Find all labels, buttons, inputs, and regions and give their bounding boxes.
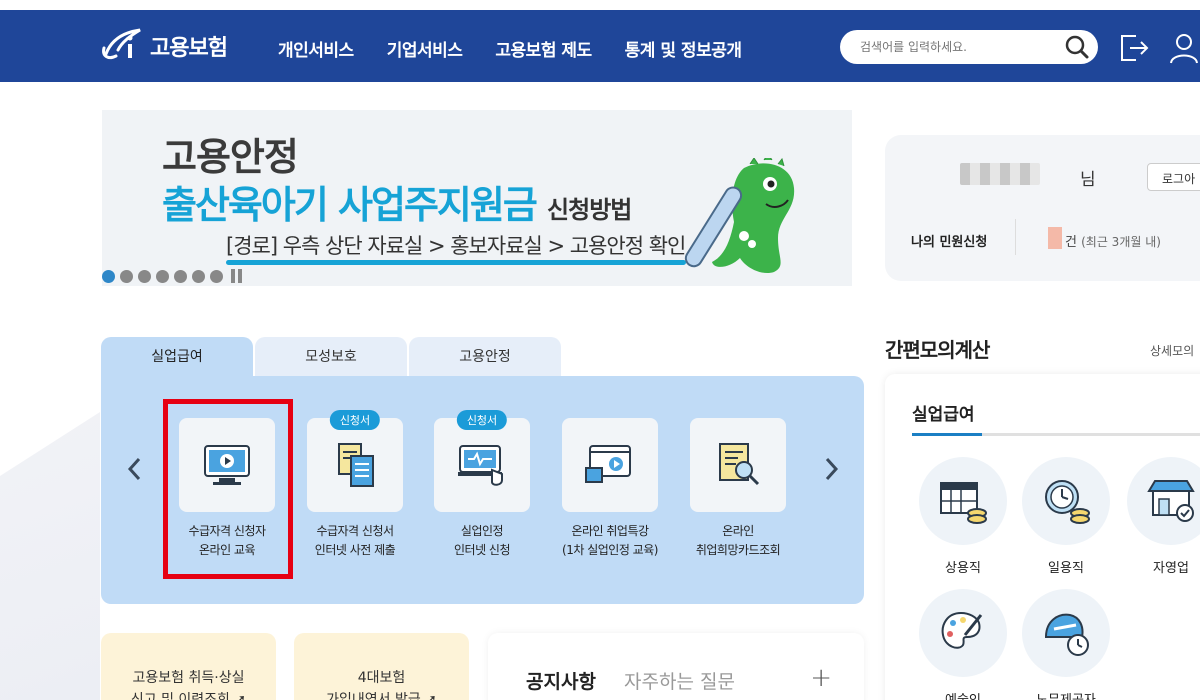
banner-underline	[226, 260, 686, 265]
banner-pagination	[102, 269, 243, 283]
detail-calculator-link[interactable]: 상세모의	[1150, 342, 1194, 359]
tab-faq[interactable]: 자주하는 질문	[624, 667, 735, 694]
helmet-clock-icon	[1044, 613, 1089, 656]
calc-label: 일용직	[1048, 561, 1084, 576]
application-count-redacted	[1048, 227, 1062, 249]
banner-dot[interactable]	[156, 269, 169, 283]
logo[interactable]: 고용보험	[100, 28, 228, 64]
service-label: 실업인정 인터넷 신청	[453, 524, 511, 557]
user-icon[interactable]	[1166, 30, 1200, 66]
logo-icon	[102, 28, 141, 60]
banner-dot[interactable]	[210, 269, 223, 283]
top-header: 고용보험 개인서비스 기업서비스 고용보험 제도 통계 및 정보공개	[0, 10, 1200, 82]
banner-dot[interactable]	[138, 269, 151, 283]
tab-maternity-protection[interactable]: 모성보호	[255, 337, 407, 377]
banner-heading: 고용안정	[162, 135, 299, 179]
tab-unemployment-benefit[interactable]: 실업급여	[101, 337, 253, 377]
nav-insurance-system[interactable]: 고용보험 제도	[495, 36, 592, 61]
application-count[interactable]: 건 (최근 3개월 내)	[1065, 231, 1161, 250]
nav-statistics[interactable]: 통계 및 정보공개	[625, 36, 742, 61]
my-applications-label: 나의 민원신청	[911, 235, 988, 250]
search-icon[interactable]	[1064, 34, 1090, 60]
calc-label: 예술인	[918, 689, 1008, 700]
calc-icon-circle	[1022, 457, 1110, 545]
service-icon-box: 신청서	[434, 410, 530, 512]
calc-label: 노무제공자	[1021, 689, 1111, 700]
service-label: 수급자격 신청서 인터넷 사전 제출	[314, 524, 396, 557]
background-decoration	[0, 412, 100, 700]
tab-employment-stability[interactable]: 고용안정	[409, 337, 561, 377]
user-summary-card: 님 로그아 나의 민원신청 건 (최근 3개월 내)	[885, 135, 1200, 281]
pause-icon[interactable]	[231, 269, 243, 283]
banner-dot[interactable]	[102, 269, 115, 283]
nav-personal-services[interactable]: 개인서비스	[278, 36, 354, 61]
service-icon-box	[562, 418, 658, 512]
calendar-coins-icon	[940, 482, 987, 524]
service-unemployment-recognition[interactable]: 신청서 실업인정 인터넷 신청	[422, 410, 542, 560]
calc-regular-worker[interactable]: 상용직	[918, 457, 1008, 576]
service-icon-box: 신청서	[307, 410, 403, 512]
laptop-touch-icon	[458, 445, 503, 486]
form-badge: 신청서	[329, 410, 381, 430]
divider	[1015, 219, 1016, 255]
banner-title-sub: 신청방법	[547, 196, 632, 224]
calc-labor-provider[interactable]: 노무제공자	[1021, 589, 1111, 700]
logo-text: 고용보험	[150, 36, 228, 61]
calc-daily-worker[interactable]: 일용직	[1021, 457, 1111, 576]
calc-label: 자영업	[1153, 561, 1189, 576]
user-suffix: 님	[1080, 170, 1096, 190]
active-tab-indicator	[912, 433, 982, 436]
banner-dot[interactable]	[120, 269, 133, 283]
calc-icon-circle	[919, 589, 1007, 677]
insurance-report-link[interactable]: 고용보험 취득·상실 신고 및 이력조회 ➚	[101, 633, 276, 700]
service-label: 온라인 취업특강 (1차 실업인정 교육)	[562, 524, 658, 557]
banner-dot[interactable]	[174, 269, 187, 283]
video-window-icon	[585, 445, 631, 483]
service-job-hope-card[interactable]: 온라인 취업희망카드조회	[678, 418, 798, 560]
notice-panel: 공지사항 자주하는 질문 +	[488, 633, 864, 700]
chevron-left-icon[interactable]	[124, 456, 146, 482]
calc-icon-circle	[919, 457, 1007, 545]
calc-artist[interactable]: 예술인	[918, 589, 1008, 700]
calc-self-employed[interactable]: 자영업	[1126, 457, 1200, 576]
store-icon	[1147, 480, 1195, 522]
calculator-subtitle[interactable]: 실업급여	[912, 400, 975, 425]
main-nav: 개인서비스 기업서비스 고용보험 제도 통계 및 정보공개	[278, 36, 775, 61]
calculator-title: 간편모의계산	[885, 338, 990, 362]
document-icon	[338, 443, 374, 487]
document-search-icon	[719, 443, 760, 486]
nav-business-services[interactable]: 기업서비스	[387, 36, 463, 61]
main-banner[interactable]: 고용안정 출산육아기 사업주지원금 신청방법 [경로] 우측 상단 자료실 > …	[102, 110, 852, 286]
banner-title-main: 출산육아기 사업주지원금	[162, 183, 538, 227]
service-online-lecture[interactable]: 온라인 취업특강 (1차 실업인정 교육)	[550, 418, 670, 560]
count-period: (최근 3개월 내)	[1081, 235, 1161, 249]
user-name-redacted	[960, 163, 1040, 185]
calc-icon-circle	[1127, 457, 1200, 545]
form-badge: 신청서	[456, 410, 508, 430]
logout-icon[interactable]	[1116, 30, 1152, 66]
highlight-box	[163, 399, 293, 579]
search-box	[840, 30, 1098, 64]
chevron-right-icon[interactable]	[820, 456, 842, 482]
plus-icon[interactable]: +	[810, 663, 832, 693]
palette-icon	[941, 611, 983, 649]
search-input[interactable]	[860, 37, 1060, 57]
calc-icon-circle	[1022, 589, 1110, 677]
calc-label: 상용직	[945, 561, 981, 576]
clock-coins-icon	[1045, 480, 1090, 524]
service-icon-box	[690, 418, 786, 512]
banner-path-text: [경로] 우측 상단 자료실 > 홍보자료실 > 고용안정 확인	[226, 234, 686, 258]
service-application-submit[interactable]: 신청서 수급자격 신청서 인터넷 사전 제출	[295, 410, 415, 560]
count-unit: 건	[1065, 235, 1077, 250]
banner-dot[interactable]	[192, 269, 205, 283]
banner-title: 출산육아기 사업주지원금 신청방법	[162, 174, 632, 229]
service-label: 온라인 취업희망카드조회	[695, 524, 781, 557]
logout-button[interactable]: 로그아	[1147, 163, 1200, 191]
tab-notice[interactable]: 공지사항	[526, 667, 596, 694]
four-insurance-certificate-link[interactable]: 4대보험 가입내역서 발급 ➚	[294, 633, 469, 700]
dinosaur-mascot-icon	[684, 158, 795, 274]
